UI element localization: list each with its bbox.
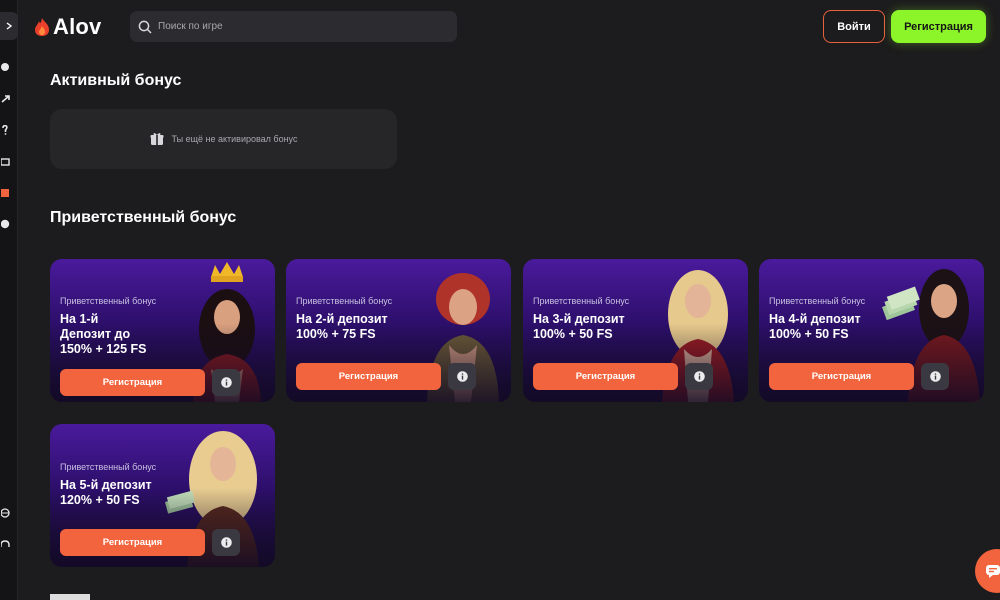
card-subtitle: Приветственный бонус xyxy=(769,296,866,306)
card-info-button[interactable] xyxy=(212,369,240,396)
sidebar-icon-circle[interactable] xyxy=(1,219,11,229)
bonus-card-1: Приветственный бонус На 1-й Депозит до 1… xyxy=(50,259,275,402)
info-icon xyxy=(220,537,232,548)
bonus-card-4: Приветственный бонус На 4-й депозит 100%… xyxy=(759,259,984,402)
card-heading-line: На 4-й депозит xyxy=(769,312,861,326)
sidebar-icon-headset[interactable] xyxy=(1,540,11,550)
sidebar-icon-box[interactable] xyxy=(1,157,11,167)
chevron-right-icon xyxy=(6,22,13,30)
bonus-card-2: Приветственный бонус На 2-й депозит 100%… xyxy=(286,259,511,402)
top-header: Alov Войти Регистрация xyxy=(18,0,1000,54)
register-button[interactable]: Регистрация xyxy=(891,10,986,43)
card-register-button[interactable]: Регистрация xyxy=(533,363,678,390)
card-heading-line: На 3-й депозит xyxy=(533,312,625,326)
card-register-button[interactable]: Регистрация xyxy=(296,363,441,390)
card-subtitle: Приветственный бонус xyxy=(296,296,393,306)
card-info-button[interactable] xyxy=(212,529,240,556)
active-bonus-empty-box: Ты ещё не активировал бонус xyxy=(50,109,397,169)
chat-button[interactable] xyxy=(975,549,1000,593)
card-heading-line: 100% + 50 FS xyxy=(533,327,613,341)
card-heading-line: 150% + 125 FS xyxy=(60,342,147,356)
card-register-button[interactable]: Регистрация xyxy=(769,363,914,390)
info-icon xyxy=(929,371,941,382)
sidebar-icon-question[interactable] xyxy=(1,125,11,135)
sidebar xyxy=(0,0,18,600)
active-bonus-title: Активный бонус xyxy=(50,72,182,89)
card-subtitle: Приветственный бонус xyxy=(60,462,157,472)
info-icon xyxy=(220,377,232,388)
card-heading-line: 120% + 50 FS xyxy=(60,493,140,507)
card-register-button[interactable]: Регистрация xyxy=(60,529,205,556)
login-button[interactable]: Войти xyxy=(823,10,885,43)
chat-icon xyxy=(986,565,1000,578)
sidebar-toggle-button[interactable] xyxy=(0,12,18,40)
card-info-button[interactable] xyxy=(921,363,949,390)
bonus-card-5: Приветственный бонус На 5-й депозит 120%… xyxy=(50,424,275,567)
info-icon xyxy=(456,371,468,382)
search-bar[interactable] xyxy=(130,11,457,42)
card-subtitle: Приветственный бонус xyxy=(60,296,157,306)
card-subtitle: Приветственный бонус xyxy=(533,296,630,306)
card-register-button[interactable]: Регистрация xyxy=(60,369,205,396)
card-info-button[interactable] xyxy=(448,363,476,390)
info-icon xyxy=(693,371,705,382)
sidebar-icon-globe[interactable] xyxy=(1,508,11,518)
logo-text: Alov xyxy=(53,14,102,39)
sidebar-icon-arrow[interactable] xyxy=(1,94,11,104)
card-heading-line: На 5-й депозит xyxy=(60,478,152,492)
next-section-title-cutoff xyxy=(50,592,190,600)
card-heading-line: 100% + 75 FS xyxy=(296,327,376,341)
flame-logo-icon xyxy=(35,18,49,36)
card-heading-line: На 2-й депозит xyxy=(296,312,388,326)
sidebar-icon-gift-active[interactable] xyxy=(1,188,11,198)
gift-icon xyxy=(150,133,164,145)
bonus-card-3: Приветственный бонус На 3-й депозит 100%… xyxy=(523,259,748,402)
card-heading-line: На 1-й xyxy=(60,312,99,326)
card-info-button[interactable] xyxy=(685,363,713,390)
card-heading-line: 100% + 50 FS xyxy=(769,327,849,341)
welcome-bonus-title: Приветственный бонус xyxy=(50,209,237,226)
search-icon xyxy=(138,20,152,34)
logo[interactable]: Alov xyxy=(33,14,101,40)
sidebar-icon-drop[interactable] xyxy=(1,62,11,72)
search-input[interactable] xyxy=(158,21,438,32)
active-bonus-empty-text: Ты ещё не активировал бонус xyxy=(171,134,298,144)
card-heading-line: Депозит до xyxy=(60,327,131,341)
